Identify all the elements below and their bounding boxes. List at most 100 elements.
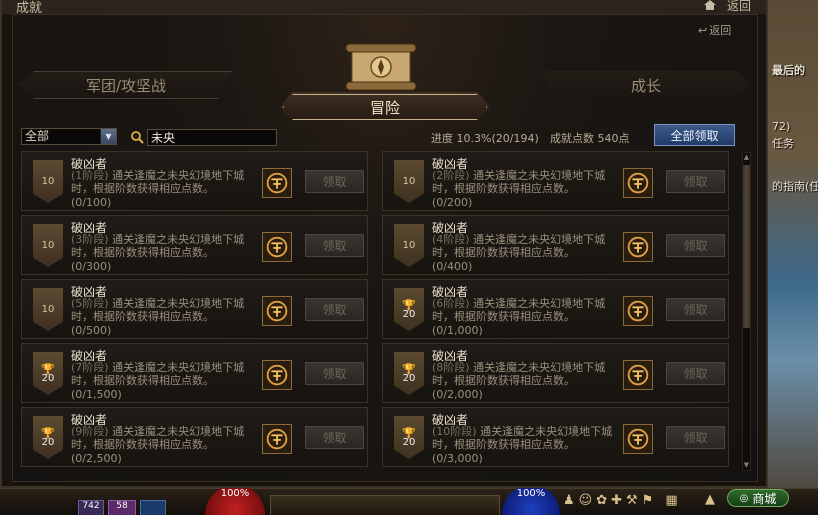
reward-emblem-icon[interactable] xyxy=(262,424,292,454)
return-arrow-icon: ↩ xyxy=(698,23,708,37)
achievement-description: (4阶段) 通关逢魔之未央幻境地下城时，根据阶数获得相应点数。 xyxy=(432,233,614,259)
badge-points: 10 xyxy=(41,240,55,251)
panel-back-button[interactable]: ↩ 返回 xyxy=(698,22,731,38)
search-input[interactable] xyxy=(147,129,277,146)
achievement-card: 10 破凶者 (3阶段) 通关逢魔之未央幻境地下城时，根据阶数获得相应点数。 (0/3… xyxy=(21,215,368,275)
points-badge: 🏆 20 xyxy=(394,352,424,395)
home-icon[interactable] xyxy=(704,0,716,10)
reward-emblem-icon[interactable] xyxy=(262,296,292,326)
bottom-hud: 742 58 100% 100% ♟☺✿✚⚒⚑ ▦ ▲ ◎ 商城 xyxy=(0,485,818,515)
achievement-card: 🏆 20 破凶者 (10阶段) 通关逢魔之未央幻境地下城时，根据阶数获得相应点数。 (0… xyxy=(382,407,729,467)
skill-slot-3[interactable] xyxy=(140,500,166,515)
notification-bell-icon[interactable]: ▲ xyxy=(705,492,715,507)
achievement-description: (7阶段) 通关逢魔之未央幻境地下城时，根据阶数获得相应点数。 xyxy=(71,361,253,387)
tab-adventure[interactable]: 冒险 xyxy=(280,92,490,122)
claim-button[interactable]: 领取 xyxy=(666,234,725,257)
reward-emblem-icon[interactable] xyxy=(262,168,292,198)
points-badge: 🏆 20 xyxy=(394,288,424,331)
points-badge: 10 xyxy=(394,160,424,203)
category-filter-select[interactable]: 全部 ▼ xyxy=(21,128,117,145)
window-title-bar[interactable]: 成就 返回 xyxy=(2,0,766,16)
reward-emblem-icon[interactable] xyxy=(262,232,292,262)
mp-orb: 100% xyxy=(502,485,560,515)
points-summary: 成就点数 540点 xyxy=(550,130,630,146)
mp-percent: 100% xyxy=(516,488,546,499)
claim-button[interactable]: 领取 xyxy=(305,234,364,257)
tab-growth[interactable]: 成长 xyxy=(541,71,751,99)
skill-slot-1-count: 742 xyxy=(82,501,100,511)
progress-label: 进度 xyxy=(431,132,453,145)
progress-summary: 进度 10.3%(20/194) xyxy=(431,130,539,146)
progress-count: (20/194) xyxy=(491,132,539,145)
claim-button[interactable]: 领取 xyxy=(305,426,364,449)
achievement-progress: (0/500) xyxy=(71,324,112,337)
achievement-stage: (6阶段) xyxy=(432,297,470,310)
reward-emblem-icon[interactable] xyxy=(262,360,292,390)
window-back-button[interactable]: 返回 xyxy=(727,0,751,14)
achievement-description: (6阶段) 通关逢魔之未央幻境地下城时，根据阶数获得相应点数。 xyxy=(432,297,614,323)
achievement-stage: (7阶段) xyxy=(71,361,109,374)
category-filter-value: 全部 xyxy=(25,129,50,143)
skill-slot-2[interactable]: 58 xyxy=(108,500,136,515)
points-badge: 10 xyxy=(33,160,63,203)
achievement-stage: (10阶段) xyxy=(432,425,477,438)
achievement-progress: (0/300) xyxy=(71,260,112,273)
reward-emblem-icon[interactable] xyxy=(623,424,653,454)
points-badge: 10 xyxy=(33,224,63,267)
reward-emblem-icon[interactable] xyxy=(623,296,653,326)
claim-button[interactable]: 领取 xyxy=(305,362,364,385)
achievement-progress: (0/1,500) xyxy=(71,388,122,401)
scroll-emblem-icon xyxy=(345,43,417,91)
tab-legion-siege[interactable]: 军团/攻坚战 xyxy=(20,71,232,99)
points-badge: 🏆 20 xyxy=(33,352,63,395)
achievement-description: (2阶段) 通关逢魔之未央幻境地下城时，根据阶数获得相应点数。 xyxy=(432,169,614,195)
points-label: 成就点数 xyxy=(550,132,594,145)
achievement-description: (8阶段) 通关逢魔之未央幻境地下城时，根据阶数获得相应点数。 xyxy=(432,361,614,387)
claim-button[interactable]: 领取 xyxy=(666,298,725,321)
hp-percent: 100% xyxy=(220,488,250,499)
reward-emblem-icon[interactable] xyxy=(623,168,653,198)
achievement-card: 🏆 20 破凶者 (7阶段) 通关逢魔之未央幻境地下城时，根据阶数获得相应点数。 (0/… xyxy=(21,343,368,403)
achievement-description: (1阶段) 通关逢魔之未央幻境地下城时，根据阶数获得相应点数。 xyxy=(71,169,253,195)
points-badge: 🏆 20 xyxy=(33,416,63,459)
menu-icons[interactable]: ♟☺✿✚⚒⚑ ▦ xyxy=(563,493,723,511)
badge-points: 20 xyxy=(402,436,416,448)
achievement-card: 🏆 20 破凶者 (6阶段) 通关逢魔之未央幻境地下城时，根据阶数获得相应点数。 (0/… xyxy=(382,279,729,339)
badge-points: 20 xyxy=(402,372,416,384)
achievement-description: (9阶段) 通关逢魔之未央幻境地下城时，根据阶数获得相应点数。 xyxy=(71,425,253,451)
claim-all-button[interactable]: 全部领取 xyxy=(654,124,735,146)
badge-points: 10 xyxy=(402,240,416,251)
claim-button[interactable]: 领取 xyxy=(305,298,364,321)
claim-button[interactable]: 领取 xyxy=(305,170,364,193)
reward-emblem-icon[interactable] xyxy=(623,232,653,262)
scroll-up-icon[interactable]: ▲ xyxy=(743,153,750,162)
scroll-down-icon[interactable]: ▼ xyxy=(743,461,750,470)
claim-button[interactable]: 领取 xyxy=(666,362,725,385)
chevron-down-icon[interactable]: ▼ xyxy=(100,129,116,144)
achievement-progress: (0/2,500) xyxy=(71,452,122,465)
achievement-progress: (0/100) xyxy=(71,196,112,209)
scroll-thumb[interactable] xyxy=(743,165,750,328)
shop-icon: ◎ xyxy=(739,492,749,504)
achievement-description: (3阶段) 通关逢魔之未央幻境地下城时，根据阶数获得相应点数。 xyxy=(71,233,253,259)
skill-bar[interactable] xyxy=(270,495,500,515)
claim-button[interactable]: 领取 xyxy=(666,170,725,193)
quest-tracker-guide[interactable]: 的指南(任 xyxy=(772,178,818,194)
points-badge: 10 xyxy=(394,224,424,267)
achievement-stage: (4阶段) xyxy=(432,233,470,246)
achievement-card: 🏆 20 破凶者 (8阶段) 通关逢魔之未央幻境地下城时，根据阶数获得相应点数。 (0/… xyxy=(382,343,729,403)
badge-points: 20 xyxy=(41,372,55,384)
skill-slot-1[interactable]: 742 xyxy=(78,500,104,515)
achievement-card: 10 破凶者 (2阶段) 通关逢魔之未央幻境地下城时，根据阶数获得相应点数。 (0/2… xyxy=(382,151,729,211)
achievement-stage: (2阶段) xyxy=(432,169,470,182)
points-value: 540点 xyxy=(597,132,630,145)
achievement-list[interactable]: 10 破凶者 (1阶段) 通关逢魔之未央幻境地下城时，根据阶数获得相应点数。 (0/1… xyxy=(21,151,739,471)
achievement-card: 10 破凶者 (1阶段) 通关逢魔之未央幻境地下城时，根据阶数获得相应点数。 (0/1… xyxy=(21,151,368,211)
list-scrollbar[interactable]: ▲ ▼ xyxy=(742,152,751,471)
reward-emblem-icon[interactable] xyxy=(623,360,653,390)
achievement-stage: (3阶段) xyxy=(71,233,109,246)
achievement-progress: (0/3,000) xyxy=(432,452,483,465)
shop-button[interactable]: ◎ 商城 xyxy=(727,489,789,507)
quest-tracker-task: 任务 xyxy=(772,137,794,150)
claim-button[interactable]: 领取 xyxy=(666,426,725,449)
